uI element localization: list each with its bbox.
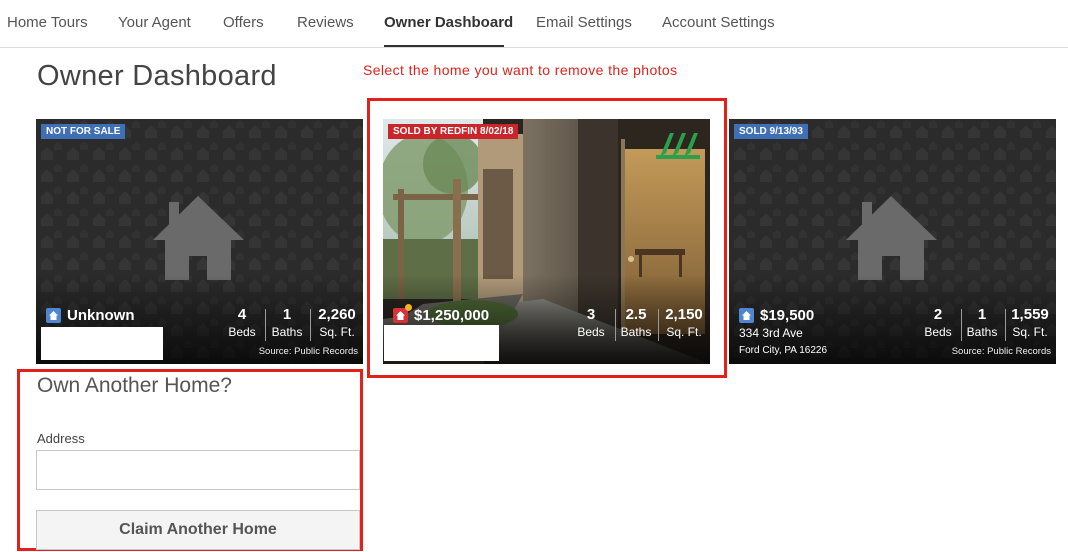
nav-home-tours[interactable]: Home Tours [7,14,88,31]
home-card-2[interactable]: SOLD BY REDFIN 8/02/18 $1,250,000 3 Beds… [383,119,710,364]
beds-stat: 4 Beds [228,306,256,340]
price-value: $19,500 [760,307,815,324]
price-value: Unknown [67,307,135,324]
baths-value: 1 [282,306,292,323]
sqft-label: Sq. Ft. [319,325,355,339]
baths-stat: 1 Baths [269,306,305,340]
claim-another-home-button[interactable]: Claim Another Home [36,510,360,550]
beds-label: Beds [228,325,256,339]
home-card-1[interactable]: NOT FOR SALE Unknown 4 Beds 1 Baths 2,26… [36,119,363,364]
sqft-stat: 2,260 Sq. Ft. [313,306,361,340]
baths-stat: 2.5 Baths [618,306,654,340]
redfin-logo-icon [656,133,700,159]
stat-divider [615,309,616,341]
nav-offers[interactable]: Offers [223,14,264,31]
address-redaction [384,325,499,361]
sqft-value: 1,559 [1011,306,1049,323]
beds-value: 3 [586,306,596,323]
nav-active-underline [384,45,504,47]
claim-title: Own Another Home? [37,374,232,397]
page-title: Owner Dashboard [37,60,277,92]
address-redaction [41,327,163,360]
address-city: Ford City, PA 16226 [739,345,828,356]
beds-label: Beds [924,325,952,339]
status-badge: NOT FOR SALE [41,124,126,139]
beds-stat: 2 Beds [924,306,952,340]
address-label: Address [37,431,85,446]
baths-label: Baths [620,325,652,339]
stat-divider [310,309,311,341]
baths-value: 1 [977,306,987,323]
baths-stat: 1 Baths [964,306,1000,340]
status-badge: SOLD 9/13/93 [734,124,808,139]
house-placeholder-icon [846,196,937,280]
address-street: 334 3rd Ave [739,326,803,340]
baths-value: 2.5 [625,306,647,323]
nav-account-settings[interactable]: Account Settings [662,14,775,31]
instruction-annotation: Select the home you want to remove the p… [363,62,678,78]
sqft-value: 2,150 [665,306,703,323]
nav-your-agent[interactable]: Your Agent [118,14,191,31]
status-badge: SOLD BY REDFIN 8/02/18 [388,124,519,139]
stat-divider [961,309,962,341]
data-source: Source: Public Records [951,346,1051,357]
nav-email-settings[interactable]: Email Settings [536,14,632,31]
price-value: $1,250,000 [414,307,490,324]
home-icon [46,308,61,323]
sqft-value: 2,260 [318,306,356,323]
home-icon [739,308,754,323]
card-price: Unknown [46,307,135,324]
stat-divider [265,309,266,341]
beds-label: Beds [577,325,605,339]
beds-value: 4 [237,306,247,323]
beds-stat: 3 Beds [575,306,607,340]
stat-divider [658,309,659,341]
sqft-label: Sq. Ft. [666,325,702,339]
sqft-stat: 1,559 Sq. Ft. [1007,306,1053,340]
card-price: $19,500 [739,307,814,324]
house-placeholder-icon [153,196,244,280]
stat-divider [1005,309,1006,341]
nav-reviews[interactable]: Reviews [297,14,354,31]
sqft-label: Sq. Ft. [1012,325,1048,339]
nav-owner-dashboard[interactable]: Owner Dashboard [384,14,513,31]
address-input[interactable] [36,450,360,490]
data-source: Source: Public Records [258,346,358,357]
baths-label: Baths [271,325,303,339]
card-price: $1,250,000 [393,304,490,324]
baths-label: Baths [966,325,998,339]
home-card-3[interactable]: SOLD 9/13/93 $19,500 334 3rd Ave Ford Ci… [729,119,1056,364]
star-icon [405,304,412,311]
beds-value: 2 [933,306,943,323]
top-nav: Home Tours Your Agent Offers Reviews Own… [0,0,1068,48]
home-icon [393,304,412,323]
sqft-stat: 2,150 Sq. Ft. [660,306,708,340]
